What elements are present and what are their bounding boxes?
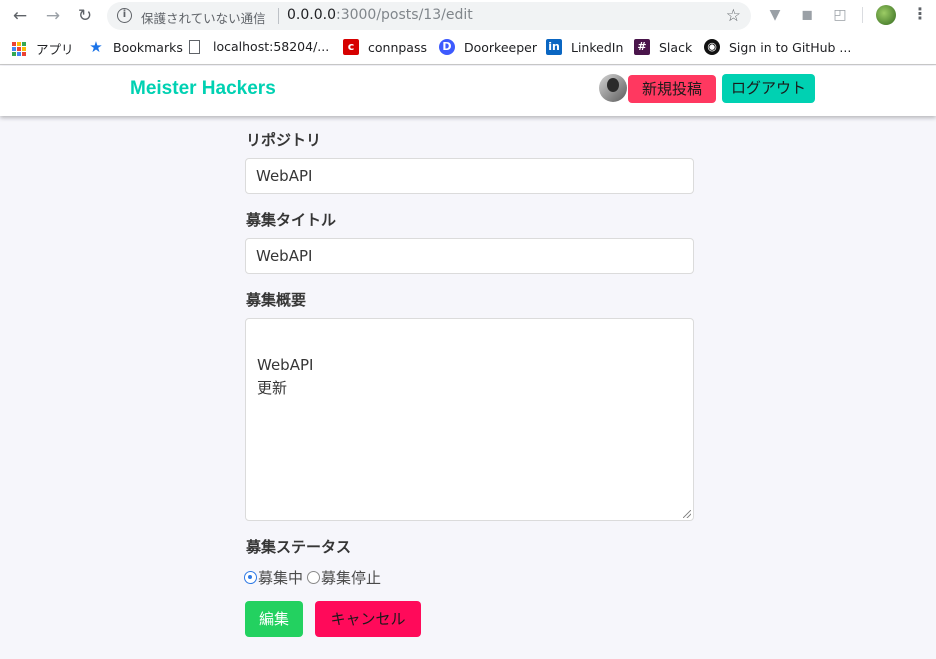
- bookmark-label: LinkedIn: [571, 39, 624, 55]
- security-label: 保護されていない通信: [141, 11, 266, 26]
- toolbar-divider: [862, 7, 863, 23]
- title-label: 募集タイトル: [246, 211, 337, 229]
- radio-stopped-label[interactable]: 募集停止: [321, 567, 381, 588]
- radio-recruiting[interactable]: [244, 571, 257, 584]
- url-path: :3000/posts/13/edit: [335, 7, 473, 23]
- submit-edit-button[interactable]: 編集: [245, 601, 303, 637]
- bookmark-linkedin[interactable]: in LinkedIn: [546, 39, 623, 55]
- bookmark-label: connpass: [368, 39, 427, 55]
- star-icon: ★: [89, 38, 103, 56]
- status-label: 募集ステータス: [246, 538, 352, 556]
- reload-icon[interactable]: ↻: [75, 6, 95, 26]
- bookmark-label: Sign in to GitHub ...: [729, 39, 852, 55]
- summary-textarea[interactable]: WebAPI 更新: [245, 318, 694, 521]
- vuejs-extension-icon[interactable]: ▼: [766, 6, 784, 24]
- radio-stopped[interactable]: [307, 571, 321, 584]
- summary-label: 募集概要: [246, 291, 307, 309]
- browser-toolbar: ← → ↻ i 保護されていない通信 0.0.0.0:3000/posts/13…: [0, 0, 936, 32]
- cast-extension-icon[interactable]: ◰: [831, 6, 849, 24]
- summary-text: WebAPI 更新: [257, 356, 314, 397]
- slack-icon: #: [634, 39, 650, 55]
- bookmark-localhost[interactable]: localhost:58204/...: [189, 39, 329, 54]
- bookmark-bookmarks[interactable]: ★ Bookmarks: [88, 39, 183, 55]
- bookmark-star-icon[interactable]: ☆: [726, 6, 741, 26]
- status-radio-group: 募集中 募集停止: [244, 567, 381, 588]
- back-icon[interactable]: ←: [10, 6, 30, 26]
- url-host: 0.0.0.0: [287, 7, 336, 23]
- info-icon[interactable]: i: [117, 8, 132, 23]
- forward-icon[interactable]: →: [43, 6, 63, 26]
- apps-grid-icon: [12, 41, 26, 56]
- url-divider: [278, 8, 279, 24]
- bookmark-label: localhost:58204/...: [213, 39, 330, 54]
- bookmark-label: Slack: [659, 39, 693, 55]
- new-post-button[interactable]: 新規投稿: [628, 75, 716, 103]
- menu-kebab-icon[interactable]: ⋮: [912, 4, 928, 23]
- bookmark-label: Doorkeeper: [464, 39, 537, 55]
- bookmark-connpass[interactable]: c connpass: [343, 39, 427, 55]
- profile-avatar-icon[interactable]: [876, 5, 896, 25]
- bookmark-doorkeeper[interactable]: D Doorkeeper: [439, 39, 537, 55]
- github-icon: ◉: [704, 39, 720, 55]
- extension-icon[interactable]: ◼: [798, 6, 816, 24]
- user-avatar[interactable]: [599, 74, 627, 102]
- radio-recruiting-label[interactable]: 募集中: [258, 567, 303, 588]
- address-bar[interactable]: i 保護されていない通信 0.0.0.0:3000/posts/13/edit …: [107, 2, 751, 30]
- page-icon: [189, 39, 200, 54]
- url-text[interactable]: 0.0.0.0:3000/posts/13/edit: [287, 7, 473, 23]
- bookmark-label: Bookmarks: [113, 39, 183, 55]
- connpass-icon: c: [343, 39, 359, 55]
- brand-logo[interactable]: Meister Hackers: [130, 78, 276, 100]
- bookmark-label: アプリ: [36, 42, 74, 57]
- logout-button[interactable]: ログアウト: [722, 74, 815, 103]
- linkedin-icon: in: [546, 39, 562, 55]
- repository-label: リポジトリ: [246, 131, 322, 149]
- cancel-button[interactable]: キャンセル: [315, 601, 421, 637]
- repository-input[interactable]: WebAPI: [245, 158, 694, 194]
- bookmarks-bar: アプリ ★ Bookmarks localhost:58204/... c co…: [0, 32, 936, 65]
- site-navbar: Meister Hackers 新規投稿 ログアウト: [0, 66, 936, 116]
- bookmark-github[interactable]: ◉ Sign in to GitHub ...: [704, 39, 851, 55]
- title-input[interactable]: WebAPI: [245, 238, 694, 274]
- bookmark-slack[interactable]: # Slack: [634, 39, 692, 55]
- resize-handle-icon[interactable]: [683, 510, 691, 518]
- doorkeeper-icon: D: [439, 39, 455, 55]
- bookmark-apps[interactable]: アプリ: [12, 39, 74, 58]
